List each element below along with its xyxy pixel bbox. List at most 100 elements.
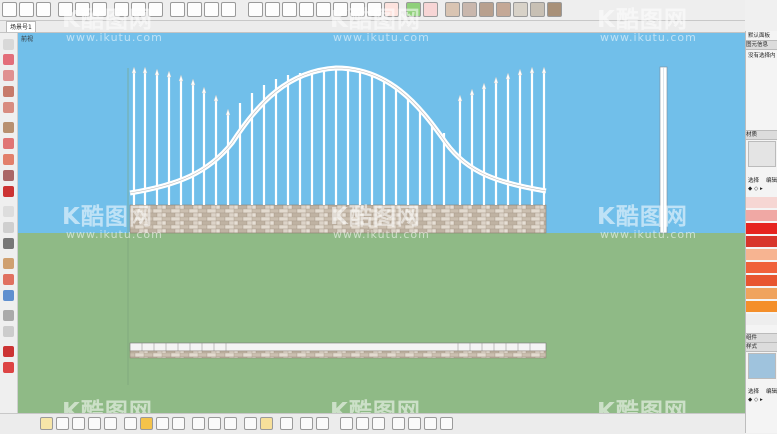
shield-icon[interactable]: [140, 417, 153, 430]
view-icon-5[interactable]: [372, 417, 385, 430]
view-icon-2[interactable]: [316, 417, 329, 430]
texture-icon-3[interactable]: [496, 2, 511, 17]
rotate-icon[interactable]: [3, 154, 14, 165]
materials-header[interactable]: 材质: [746, 130, 777, 140]
view-icon-6[interactable]: [392, 417, 405, 430]
color-swatch[interactable]: [746, 223, 777, 234]
styles-edit-tab[interactable]: 编辑: [766, 387, 777, 395]
texture-icon-4[interactable]: [513, 2, 528, 17]
texture-icon-6[interactable]: [547, 2, 562, 17]
gem-icon[interactable]: [221, 2, 236, 17]
rectangle-icon[interactable]: [3, 70, 14, 81]
sound-icon[interactable]: [192, 417, 205, 430]
look-icon[interactable]: [3, 346, 14, 357]
pattern-icon[interactable]: [204, 2, 219, 17]
axes-icon[interactable]: [3, 258, 14, 269]
zoom-icon[interactable]: [3, 310, 14, 321]
offset-icon[interactable]: [3, 186, 14, 197]
camera-icon[interactable]: [208, 417, 221, 430]
viewport[interactable]: 前视: [18, 33, 745, 413]
layers-icon[interactable]: [72, 417, 85, 430]
protractor-icon[interactable]: [3, 238, 14, 249]
select-icon[interactable]: [3, 39, 14, 50]
tool-icon[interactable]: [280, 417, 293, 430]
circle-icon[interactable]: [3, 86, 14, 97]
outliner-icon[interactable]: [156, 417, 169, 430]
paint-bucket-icon[interactable]: [19, 2, 34, 17]
measure-icon[interactable]: [104, 417, 117, 430]
view-icon-4[interactable]: [356, 417, 369, 430]
view-icon-3[interactable]: [340, 417, 353, 430]
polygon-icon[interactable]: [3, 122, 14, 133]
view-icon-7[interactable]: [408, 417, 421, 430]
color-swatch[interactable]: [746, 236, 777, 247]
texture-icon-5[interactable]: [530, 2, 545, 17]
globe-icon[interactable]: [440, 417, 453, 430]
top-toolbar: [0, 0, 745, 21]
sandbox-icon[interactable]: [56, 417, 69, 430]
palette-icon[interactable]: [445, 2, 460, 17]
color-swatch[interactable]: [746, 249, 777, 260]
pushpull-icon[interactable]: [3, 138, 14, 149]
video-icon[interactable]: [224, 417, 237, 430]
tray-title: 默认面板: [748, 33, 771, 39]
entity-info-header[interactable]: 图元信息: [746, 40, 777, 50]
scale-icon[interactable]: [3, 170, 14, 181]
shadow-red-icon[interactable]: [423, 2, 438, 17]
orbit-icon[interactable]: [3, 274, 14, 285]
gem-green-icon[interactable]: [406, 2, 421, 17]
scene-tab[interactable]: 场景号1: [6, 21, 36, 32]
color-swatch[interactable]: [746, 314, 777, 325]
brush-icon[interactable]: [187, 2, 202, 17]
gate-drawing: [127, 65, 668, 385]
view-icon[interactable]: [300, 417, 313, 430]
view-icon-8[interactable]: [424, 417, 437, 430]
camera-icon[interactable]: [131, 2, 146, 17]
ok-icon[interactable]: [244, 417, 257, 430]
top-view-icon[interactable]: [299, 2, 314, 17]
material-nav-icons[interactable]: ◆ ◇ ▸: [748, 186, 763, 192]
grid-icon[interactable]: [172, 417, 185, 430]
color-swatch[interactable]: [746, 288, 777, 299]
iso-icon[interactable]: [282, 2, 297, 17]
tape-icon[interactable]: [3, 206, 14, 217]
color-swatch[interactable]: [746, 275, 777, 286]
color-swatch[interactable]: [746, 197, 777, 208]
select-icon[interactable]: [2, 2, 17, 17]
front-view-icon[interactable]: [316, 2, 331, 17]
arc-icon[interactable]: [3, 102, 14, 113]
paint-icon[interactable]: [88, 417, 101, 430]
comment-icon[interactable]: [260, 417, 273, 430]
back-view-icon[interactable]: [333, 2, 348, 17]
grid-icon[interactable]: [248, 2, 263, 17]
walk-icon[interactable]: [3, 326, 14, 337]
color-swatch[interactable]: [746, 301, 777, 312]
styles-select-tab[interactable]: 选择: [748, 387, 759, 395]
section-icon[interactable]: [124, 417, 137, 430]
materials-select-tab[interactable]: 选择: [748, 176, 759, 184]
sun-shadow-icon[interactable]: [384, 2, 399, 17]
materials-edit-tab[interactable]: 编辑: [766, 176, 777, 184]
text-icon[interactable]: [3, 222, 14, 233]
color-swatch[interactable]: [746, 210, 777, 221]
ruby-icon[interactable]: [40, 417, 53, 430]
pan-icon[interactable]: [3, 290, 14, 301]
view-icon[interactable]: [265, 2, 280, 17]
print-icon[interactable]: [114, 2, 129, 17]
move-icon[interactable]: [36, 2, 51, 17]
color-swatch[interactable]: [746, 262, 777, 273]
box-icon[interactable]: [148, 2, 163, 17]
eraser-icon[interactable]: [3, 54, 14, 65]
position-icon[interactable]: [3, 362, 14, 373]
side-view-icon[interactable]: [350, 2, 365, 17]
no-selection-text: 没有选择内: [748, 53, 776, 59]
styles-header[interactable]: 样式: [746, 342, 777, 352]
texture-icon-2[interactable]: [479, 2, 494, 17]
people-icon[interactable]: [367, 2, 382, 17]
texture-icon[interactable]: [462, 2, 477, 17]
new-file-icon[interactable]: [58, 2, 73, 17]
open-icon[interactable]: [75, 2, 90, 17]
style-nav-icons[interactable]: ◆ ◇ ▸: [748, 397, 763, 403]
save-icon[interactable]: [92, 2, 107, 17]
cone-icon[interactable]: [170, 2, 185, 17]
